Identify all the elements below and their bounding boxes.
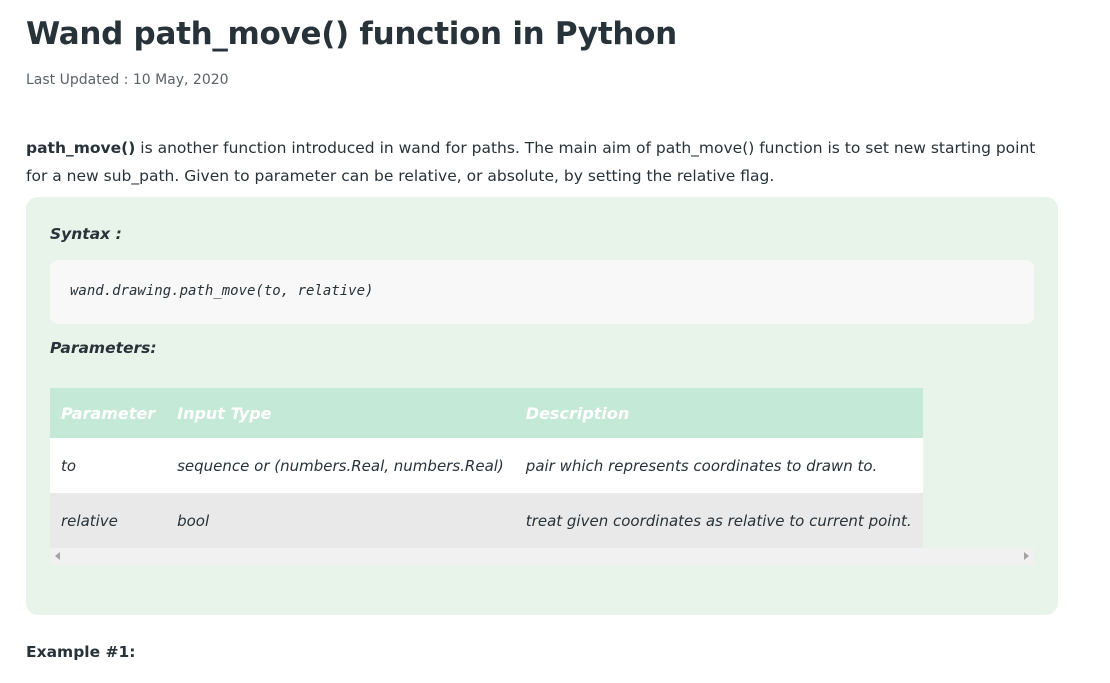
table-row: relative bool treat given coordinates as…	[50, 493, 923, 548]
table-cell: relative	[50, 493, 167, 548]
table-cell: to	[50, 438, 167, 493]
table-cell: sequence or (numbers.Real, numbers.Real)	[166, 438, 515, 493]
table-cell: pair which represents coordinates to dra…	[514, 438, 923, 493]
table-cell: treat given coordinates as relative to c…	[514, 493, 923, 548]
page-title: Wand path_move() function in Python	[26, 16, 677, 52]
syntax-label: Syntax :	[50, 225, 122, 243]
syntax-code-block: wand.drawing.path_move(to, relative)	[50, 260, 1034, 324]
table-row: to sequence or (numbers.Real, numbers.Re…	[50, 438, 923, 493]
parameters-table: Parameter Input Type Description to sequ…	[50, 388, 923, 548]
syntax-box: Syntax : wand.drawing.path_move(to, rela…	[26, 197, 1058, 615]
function-name: path_move()	[26, 139, 136, 157]
parameters-label: Parameters:	[50, 339, 157, 357]
table-cell: bool	[166, 493, 515, 548]
header-description: Description	[514, 388, 923, 438]
intro-text: is another function introduced in wand f…	[26, 139, 1036, 185]
horizontal-scrollbar[interactable]	[50, 548, 1034, 565]
example-heading: Example #1:	[26, 643, 136, 661]
scroll-left-icon[interactable]	[55, 552, 60, 560]
header-parameter: Parameter	[50, 388, 167, 438]
table-header-row: Parameter Input Type Description	[50, 388, 923, 438]
parameters-table-container: Parameter Input Type Description to sequ…	[50, 388, 1034, 566]
header-input-type: Input Type	[166, 388, 515, 438]
last-updated: Last Updated : 10 May, 2020	[26, 72, 229, 88]
syntax-code: wand.drawing.path_move(to, relative)	[70, 283, 374, 299]
intro-paragraph: path_move() is another function introduc…	[26, 134, 1058, 190]
scroll-right-icon[interactable]	[1024, 552, 1029, 560]
